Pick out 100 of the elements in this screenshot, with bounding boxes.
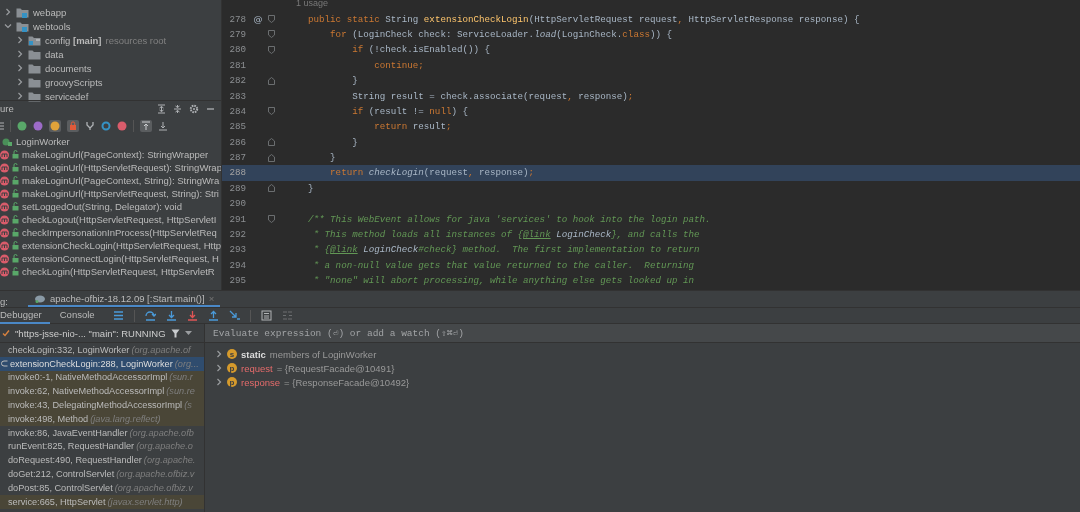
unlocked-icon — [12, 254, 19, 263]
force-step-into-icon[interactable] — [186, 310, 198, 321]
code-line: * This method loads all instances of {@link LoginCheck}, and calls the — [312, 229, 700, 241]
settings-icon[interactable] — [189, 103, 199, 114]
code-line: } — [351, 75, 358, 87]
tool-tab[interactable]: Debugger — [0, 307, 50, 324]
frames-menu-icon[interactable] — [112, 310, 124, 321]
annotation-gutter-mark[interactable]: @ — [251, 14, 265, 25]
chevron-right-icon[interactable] — [16, 64, 24, 72]
chevron-right-icon[interactable] — [16, 50, 24, 58]
structure-item[interactable]: checkLogin(HttpServletRequest, HttpServletR — [22, 266, 215, 277]
line-number: 281 — [228, 59, 246, 71]
folder-icon — [28, 62, 41, 74]
unlocked-icon — [12, 202, 19, 211]
structure-item[interactable]: setLoggedOut(String, Delegator): void — [22, 201, 182, 212]
line-number: 279 — [228, 28, 246, 40]
autoscroll-to-source-icon[interactable] — [141, 120, 151, 131]
session-tab[interactable]: apache-ofbiz-18.12.09 [:Start.main()] × — [27, 291, 221, 307]
structure-item[interactable]: makeLoginUrl(PageContext, String): StringWra — [22, 175, 220, 186]
unlocked-icon — [12, 163, 19, 172]
step-out-icon[interactable] — [207, 310, 219, 321]
ring-icon[interactable] — [101, 120, 111, 131]
autoscroll-from-source-icon[interactable] — [158, 120, 168, 131]
stack-frame[interactable]: invoke:62, NativeMethodAccessorImpl (sun.re — [0, 384, 204, 399]
stack-frame[interactable]: runEvent:825, RequestHandler (org.apache.o — [0, 439, 204, 454]
line-number: 287 — [228, 152, 246, 164]
watch-expression-field[interactable]: Evaluate expression (⏎) or add a watch (⇧⌘⏎) — [205, 324, 1080, 342]
folder-icon — [28, 90, 41, 102]
unlocked-icon — [12, 150, 19, 159]
chevron-right-icon[interactable] — [16, 92, 24, 100]
step-over-icon[interactable] — [144, 310, 156, 321]
tree-item[interactable]: groovyScripts — [45, 76, 103, 88]
code-line: continue; — [373, 59, 424, 71]
structure-item[interactable]: makeLoginUrl(HttpServletRequest, String): Stri — [22, 188, 219, 199]
stack-frame[interactable]: doPost:85, ControlServlet (org.apache.ofbiz.v — [0, 480, 204, 495]
tree-item[interactable]: servicedef — [45, 90, 89, 102]
variable-name[interactable]: request — [241, 362, 273, 374]
line-number: 291 — [228, 213, 246, 225]
code-line: * {@link LoginCheck#check} method. The first implementation to return — [312, 244, 700, 256]
structure-item[interactable]: extensionCheckLogin(HttpServletRequest, Http — [22, 240, 221, 251]
tree-item[interactable]: webtools — [33, 20, 71, 32]
structure-item[interactable]: makeLoginUrl(PageContext): StringWrapper — [22, 149, 209, 160]
code-line: } — [351, 136, 358, 148]
code-line: * a non-null value gets that value returned to the caller. Returning — [312, 259, 694, 271]
structure-item[interactable]: checkLogout(HttpServletRequest, HttpServletI — [22, 214, 217, 225]
hierarchy-icon[interactable] — [85, 120, 95, 131]
structure-item[interactable]: extensionConnectLogin(HttpServletRequest, H — [22, 253, 219, 264]
code-line: /** This WebEvent allows for java 'services' to hook into the login path. — [307, 213, 711, 225]
line-number: 283 — [228, 90, 246, 102]
stack-frame[interactable]: invoke:43, DelegatingMethodAccessorImpl (s — [0, 398, 204, 412]
code-line: } — [307, 182, 314, 194]
tool-tab[interactable]: Console — [59, 307, 103, 324]
stack-frame[interactable]: invoke:86, JavaEventHandler (org.apache.ofb — [0, 425, 204, 440]
fold-close-icon[interactable] — [267, 76, 275, 85]
check-icon — [2, 329, 10, 337]
structure-item[interactable]: checkImpersonationInProcess(HttpServletReq — [22, 227, 217, 238]
code-line: if (result != null) { — [351, 105, 468, 117]
step-into-icon[interactable] — [165, 310, 177, 321]
variable-value: = {RequestFacade@10491} — [276, 362, 395, 374]
session-name: apache-ofbiz-18.12.09 [:Start.main()] — [49, 292, 205, 304]
line-number: 280 — [228, 44, 246, 56]
stack-frame[interactable]: doRequest:490, RequestHandler (org.apache. — [0, 453, 204, 468]
tree-item[interactable]: documents — [45, 62, 92, 74]
code-line: String result = check.associate(request, response); — [351, 90, 634, 102]
calculator-icon[interactable] — [260, 310, 272, 321]
chevron-down-icon[interactable] — [4, 22, 12, 30]
variable-name[interactable]: response — [241, 376, 281, 388]
line-number: 286 — [228, 136, 246, 148]
expand-all-icon[interactable] — [157, 103, 166, 114]
thread-selector[interactable]: "https-jsse-nio-... "main": RUNNING — [0, 324, 204, 343]
unlocked-icon — [12, 215, 19, 224]
code-line: return result; — [373, 121, 452, 133]
class-icon — [2, 136, 12, 147]
tree-item[interactable]: config [main] — [45, 34, 102, 46]
sort-icon[interactable] — [0, 120, 4, 131]
fold-open-icon[interactable] — [267, 107, 275, 116]
fold-close-icon[interactable] — [267, 184, 275, 193]
chevron-right-icon[interactable] — [16, 78, 24, 86]
dropdown-caret-icon[interactable] — [184, 330, 192, 336]
stack-frame[interactable]: extensionCheckLogin:288, LoginWorker (org... — [0, 356, 204, 371]
variable-name[interactable]: static — [241, 348, 266, 360]
structure-item[interactable]: makeLoginUrl(HttpServletRequest): StringWrap — [22, 162, 221, 173]
resource-folder-icon — [28, 34, 41, 46]
run-to-cursor-icon[interactable] — [228, 310, 240, 321]
lock-icon[interactable] — [68, 120, 78, 131]
class-name[interactable]: LoginWorker — [16, 136, 70, 147]
tree-item[interactable]: webapp — [33, 6, 67, 18]
filter-icon[interactable] — [170, 328, 180, 338]
chevron-right-icon[interactable] — [16, 36, 24, 44]
fold-open-icon[interactable] — [267, 215, 275, 224]
stack-frame[interactable]: doGet:212, ControlServlet (org.apache.ofbiz.v — [0, 467, 204, 481]
variable-value: = {ResponseFacade@10492} — [284, 376, 410, 388]
stack-frame[interactable]: service:665, HttpServlet (javax.servlet.http) — [0, 494, 204, 509]
usage-hint[interactable]: 1 usage — [286, 0, 329, 9]
chevron-right-icon[interactable] — [4, 8, 12, 16]
variable-value: members of LoginWorker — [269, 348, 377, 360]
collapse-all-icon[interactable] — [173, 103, 182, 114]
trace-icon[interactable] — [281, 310, 293, 321]
stack-frame[interactable]: checkLogin:332, LoginWorker (org.apache.of — [0, 343, 204, 357]
tree-item[interactable]: data — [45, 48, 64, 60]
